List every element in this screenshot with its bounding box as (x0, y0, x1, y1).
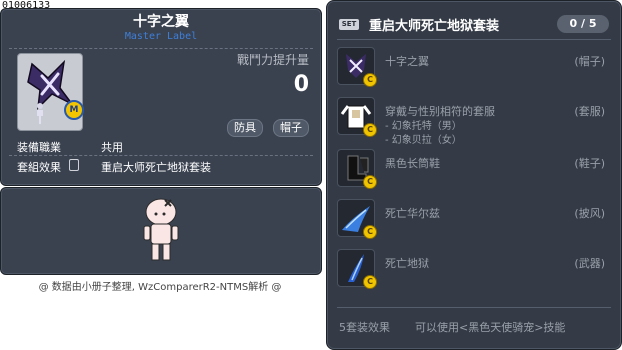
coin-icon: C (363, 275, 377, 289)
set-count: 0 / 5 (557, 15, 609, 33)
divider (337, 307, 611, 308)
divider (9, 155, 313, 156)
set-effect-label: 5套装效果 (339, 321, 390, 334)
master-badge-icon: M (64, 100, 84, 120)
set-item[interactable]: C 十字之翼 (帽子) (337, 47, 613, 91)
set-effect-row-label: 套組效果 (17, 161, 61, 174)
set-effect-text: 可以使用<黑色天使骑宠>技能 (415, 321, 566, 334)
set-item[interactable]: C 死亡华尔兹 (披风) (337, 199, 613, 243)
character-avatar (143, 198, 179, 261)
set-item[interactable]: C 穿戴与性别相符的套服 (套服) - 幻象托特（男） - 幻象贝拉（女） (337, 97, 613, 146)
tag-hat: 帽子 (273, 119, 309, 137)
set-item-category: (武器) (574, 257, 605, 270)
set-item-name: 黑色长筒鞋 (385, 157, 440, 170)
job-value: 共用 (101, 141, 123, 154)
set-name: 重启大师死亡地狱套装 (369, 19, 500, 34)
set-item-name: 十字之翼 (385, 55, 429, 68)
set-item-category: (套服) (574, 105, 605, 118)
item-icon-box: M (17, 53, 84, 131)
combat-power-value: 0 (293, 72, 309, 97)
set-badge: SET (339, 19, 359, 30)
data-source-note: @ 数据由小册子整理, WzComparerR2-NTMS解析 @ (38, 282, 282, 293)
divider (337, 39, 611, 40)
job-label: 装備職業 (17, 141, 61, 154)
set-item-category: (鞋子) (574, 157, 605, 170)
set-effect-row-value: 重启大师死亡地狱套装 (101, 161, 211, 174)
item-tooltip-panel: 十字之翼 Master Label M 戰鬥力提升量 0 防具 帽子 装備職業 … (0, 8, 322, 186)
coin-icon: C (363, 73, 377, 87)
character-preview-panel (0, 187, 322, 275)
set-item[interactable]: C 黑色长筒鞋 (鞋子) (337, 149, 613, 193)
divider (9, 48, 313, 49)
item-name: 十字之翼 (133, 14, 189, 30)
set-item-name: 死亡华尔兹 (385, 207, 440, 220)
set-panel: SET 重启大师死亡地狱套装 0 / 5 C 十字之翼 (帽子) C 穿戴与性别… (326, 0, 622, 350)
coin-icon: C (363, 225, 377, 239)
set-item-category: (帽子) (574, 55, 605, 68)
lock-icon (69, 159, 79, 171)
coin-icon: C (363, 175, 377, 189)
set-item-name: 死亡地狱 (385, 257, 429, 270)
coin-icon: C (363, 123, 377, 137)
combat-power-label: 戰鬥力提升量 (236, 53, 309, 67)
set-item[interactable]: C 死亡地狱 (武器) (337, 249, 613, 293)
master-label: Master Label (124, 31, 198, 42)
set-item-category: (披风) (574, 207, 605, 220)
set-item-sub: - 幻象贝拉（女） (385, 135, 462, 146)
set-item-sub: - 幻象托特（男） (385, 121, 462, 132)
tag-armor: 防具 (227, 119, 263, 137)
